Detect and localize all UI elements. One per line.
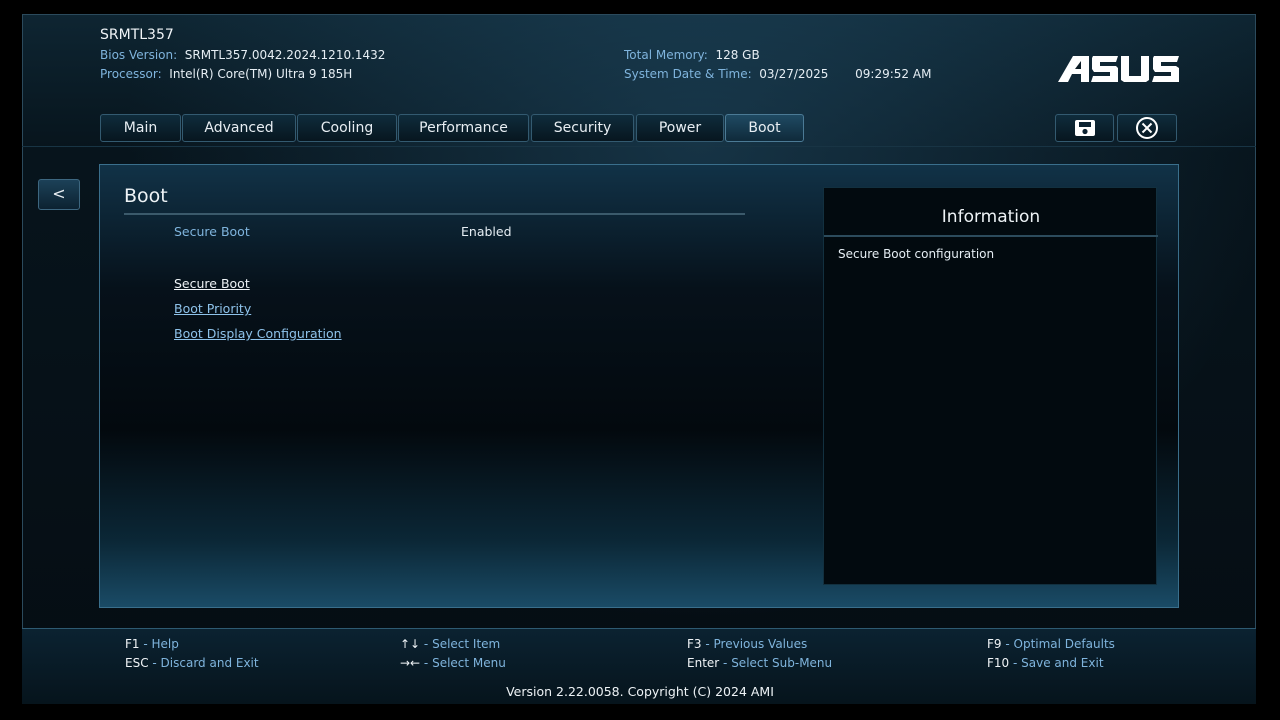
system-time[interactable]: 09:29:52 AM: [855, 67, 931, 81]
footer-key-f3: F3 - Previous Values: [687, 637, 808, 651]
system-info-left: Bios Version: SRMTL357.0042.2024.1210.14…: [100, 46, 385, 84]
bios-version-label: Bios Version:: [100, 48, 178, 62]
save-button[interactable]: [1055, 114, 1114, 142]
information-title: Information: [941, 207, 1041, 227]
asus-logo: [1058, 56, 1179, 82]
tab-power[interactable]: Power: [636, 114, 724, 142]
footer-key-esc: ESC - Discard and Exit: [125, 656, 259, 670]
tab-advanced[interactable]: Advanced: [182, 114, 296, 142]
close-circle-icon: [1136, 117, 1158, 139]
system-info-right: Total Memory: 128 GB System Date & Time:…: [624, 46, 931, 84]
save-icon: [1074, 120, 1095, 136]
footer-key-f9: F9 - Optimal Defaults: [987, 637, 1115, 651]
processor-label: Processor:: [100, 67, 162, 81]
header-divider: [22, 146, 1256, 147]
total-memory-label: Total Memory:: [624, 48, 708, 62]
information-divider: [824, 235, 1158, 237]
exit-button[interactable]: [1117, 114, 1177, 142]
footer-key-f10: F10 - Save and Exit: [987, 656, 1104, 670]
page-title: Boot: [124, 185, 168, 207]
tab-security[interactable]: Security: [531, 114, 634, 142]
secure-boot-setting-value: Enabled: [461, 224, 512, 239]
tab-performance[interactable]: Performance: [398, 114, 529, 142]
submenu-boot-display-configuration[interactable]: Boot Display Configuration: [174, 326, 342, 341]
datetime-label: System Date & Time:: [624, 67, 752, 81]
system-date[interactable]: 03/27/2025: [759, 67, 828, 81]
information-text: Secure Boot configuration: [838, 247, 995, 261]
bios-version-value: SRMTL357.0042.2024.1210.1432: [184, 48, 386, 62]
information-panel: Information Secure Boot configuration: [823, 187, 1158, 585]
total-memory-value: 128 GB: [715, 48, 760, 62]
tab-main[interactable]: Main: [100, 114, 181, 142]
tab-cooling[interactable]: Cooling: [297, 114, 397, 142]
submenu-secure-boot[interactable]: Secure Boot: [174, 276, 250, 291]
tab-boot[interactable]: Boot: [725, 114, 804, 142]
footer-key-leftright: →← - Select Menu: [400, 656, 506, 670]
version-text: Version 2.22.0058. Copyright (C) 2024 AM…: [506, 684, 774, 699]
submenu-boot-priority[interactable]: Boot Priority: [174, 301, 251, 316]
footer-key-enter: Enter - Select Sub-Menu: [687, 656, 833, 670]
processor-value: Intel(R) Core(TM) Ultra 9 185H: [169, 67, 353, 81]
footer-key-updown: ↑↓ - Select Item: [400, 637, 501, 651]
system-model: SRMTL357: [100, 27, 174, 43]
footer-key-f1: F1 - Help: [125, 637, 179, 651]
title-divider: [124, 213, 745, 215]
back-button[interactable]: <: [38, 179, 80, 210]
secure-boot-setting-label: Secure Boot: [174, 224, 250, 239]
